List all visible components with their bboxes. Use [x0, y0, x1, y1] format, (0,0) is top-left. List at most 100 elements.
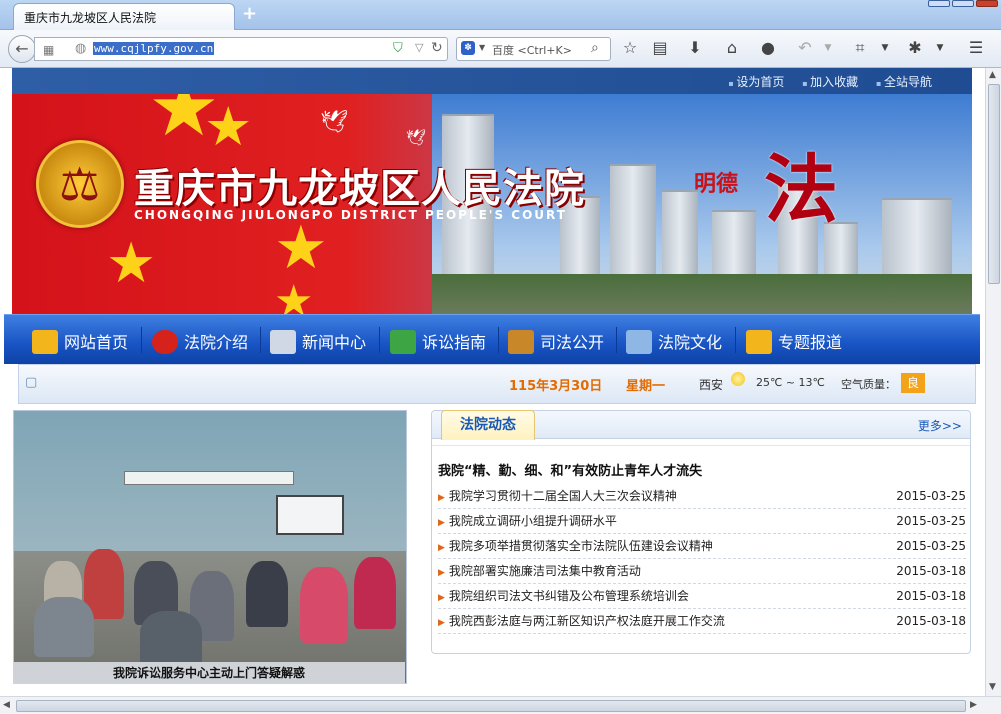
news-date: 2015-03-25 [896, 489, 966, 503]
news-item[interactable]: ▶ 我院学习贯彻十二届全国人大三次会议精神 2015-03-25 [438, 484, 966, 509]
browser-tab-strip: 重庆市九龙坡区人民法院 + [0, 0, 1001, 30]
court-name-english: CHONGQING JIULONGPO DISTRICT PEOPLE'S CO… [134, 208, 567, 222]
browser-tab[interactable]: 重庆市九龙坡区人民法院 [13, 3, 235, 30]
horizontal-scroll-thumb[interactable] [16, 700, 966, 712]
globe-icon: ◍ [75, 41, 87, 56]
tab-title: 重庆市九龙坡区人民法院 [24, 11, 157, 25]
current-weekday: 星期一 [626, 379, 666, 394]
maximize-button[interactable] [952, 0, 974, 7]
minimize-button[interactable] [928, 0, 950, 7]
dove-icon: 🕊 [406, 128, 427, 147]
slideshow-caption[interactable]: 我院诉讼服务中心主动上门答疑解惑 [13, 662, 405, 684]
menu-icon[interactable]: ☰ [966, 38, 986, 58]
bullet-arrow-icon: ▶ [438, 518, 445, 528]
download-icon[interactable]: ⬇ [685, 38, 705, 58]
shield-icon[interactable]: ⛉ [393, 41, 403, 56]
url-text[interactable]: www.cqjlpfy.gov.cn [93, 42, 215, 55]
bookmark-star-icon[interactable]: ☆ [620, 38, 640, 58]
back-arrow-icon: ← [15, 39, 29, 58]
nav-home[interactable]: 网站首页 [32, 329, 128, 354]
news-date: 2015-03-25 [896, 539, 966, 553]
newspaper-icon [270, 330, 296, 354]
web-page: 设为首页 加入收藏 全站导航 ★ ★ ★ ★ ★ 🕊 🕊 重庆市九龙坡区人民法院… [0, 68, 985, 696]
vertical-scroll-thumb[interactable] [988, 84, 1000, 284]
motto-small: 明德 [694, 171, 739, 197]
bullet-arrow-icon: ▶ [438, 493, 445, 503]
tab-groups-icon[interactable]: ▦ [43, 43, 54, 57]
bullet-arrow-icon: ▶ [438, 618, 445, 628]
extension-dropdown-icon[interactable]: ▼ [930, 38, 950, 58]
news-title[interactable]: 我院西彭法庭与两江新区知识产权法庭开展工作交流 [449, 614, 725, 628]
star-shape: ★ [204, 95, 253, 158]
search-engine-icon[interactable]: ✽ [461, 41, 475, 55]
news-title[interactable]: 我院多项举措贯彻落实全市法院队伍建设会议精神 [449, 539, 713, 553]
search-box[interactable]: ✽ ▼ 百度 <Ctrl+K> ⌕ [456, 37, 611, 61]
ground-area [432, 274, 972, 314]
back-button[interactable]: ← [8, 35, 36, 63]
reading-list-icon[interactable]: ▤ [650, 38, 670, 58]
court-emblem-icon [36, 140, 124, 228]
horizontal-scrollbar[interactable]: ◀ ▶ [0, 696, 1001, 714]
guide-book-icon [390, 330, 416, 354]
top-link-strip: 设为首页 加入收藏 全站导航 [12, 68, 972, 94]
news-title[interactable]: 我院学习贯彻十二届全国人大三次会议精神 [449, 489, 677, 503]
crop-dropdown-icon[interactable]: ▼ [875, 38, 895, 58]
news-title[interactable]: 我院成立调研小组提升调研水平 [449, 514, 617, 528]
news-date: 2015-03-18 [896, 614, 966, 628]
scroll-down-icon[interactable]: ▼ [989, 682, 996, 692]
scroll-right-icon[interactable]: ▶ [970, 700, 977, 710]
home-icon [32, 330, 58, 354]
nav-judicial-openness[interactable]: 司法公开 [508, 329, 604, 354]
news-headline[interactable]: 我院“精、勤、细、和”有效防止青年人才流失 [438, 460, 702, 479]
new-tab-button[interactable]: + [242, 5, 258, 23]
nav-special-reports[interactable]: 专题报道 [746, 329, 842, 354]
bullet-arrow-icon: ▶ [438, 543, 445, 553]
news-item[interactable]: ▶ 我院西彭法庭与两江新区知识产权法庭开展工作交流 2015-03-18 [438, 609, 966, 634]
monitor-icon [626, 330, 652, 354]
crop-icon[interactable]: ⌗ [850, 38, 870, 58]
star-shape: ★ [274, 213, 328, 283]
scroll-left-icon[interactable]: ◀ [3, 700, 10, 710]
engine-dropdown-icon[interactable]: ▼ [479, 43, 485, 52]
news-item[interactable]: ▶ 我院部署实施廉洁司法集中教育活动 2015-03-18 [438, 559, 966, 584]
nav-about-court[interactable]: 法院介绍 [152, 329, 248, 354]
search-input[interactable]: 百度 <Ctrl+K> [492, 42, 572, 58]
close-window-button[interactable] [976, 0, 998, 7]
news-item[interactable]: ▶ 我院成立调研小组提升调研水平 2015-03-25 [438, 509, 966, 534]
nav-label: 专题报道 [778, 333, 843, 352]
nav-news-center[interactable]: 新闻中心 [270, 329, 366, 354]
scroll-up-icon[interactable]: ▲ [989, 70, 996, 80]
attendee [246, 561, 288, 627]
news-title[interactable]: 我院部署实施廉洁司法集中教育活动 [449, 564, 641, 578]
set-homepage-link[interactable]: 设为首页 [728, 75, 784, 89]
extension-icon[interactable]: ✱ [905, 38, 925, 58]
news-slideshow[interactable]: 1234 [13, 410, 407, 684]
banner-board [124, 471, 294, 485]
nav-divider [260, 327, 261, 353]
search-icon[interactable]: ⌕ [591, 40, 599, 56]
nav-court-culture[interactable]: 法院文化 [626, 329, 722, 354]
news-title[interactable]: 我院组织司法文书纠错及公布管理系统培训会 [449, 589, 689, 603]
star-shape: ★ [106, 231, 157, 296]
add-favorite-link[interactable]: 加入收藏 [802, 75, 858, 89]
history-dropdown-icon[interactable]: ▽ [415, 41, 423, 54]
dove-icon: 🕊 [320, 110, 348, 135]
more-news-link[interactable]: 更多>> [918, 417, 962, 434]
undo-dropdown-icon[interactable]: ▼ [818, 38, 838, 58]
nav-divider [735, 327, 736, 353]
nav-label: 诉讼指南 [422, 333, 487, 352]
news-date: 2015-03-18 [896, 564, 966, 578]
undo-icon[interactable]: ↶ [795, 38, 815, 58]
nav-litigation-guide[interactable]: 诉讼指南 [390, 329, 486, 354]
address-bar[interactable]: ▦ ◍ www.cqjlpfy.gov.cn ⛉ ▽ ↻ [34, 37, 448, 61]
chat-icon[interactable]: ● [758, 38, 778, 58]
top-links: 设为首页 加入收藏 全站导航 [714, 73, 932, 90]
message-bubble-icon[interactable]: ▢ [25, 375, 37, 390]
news-item[interactable]: ▶ 我院多项举措贯彻落实全市法院队伍建设会议精神 2015-03-25 [438, 534, 966, 559]
news-item[interactable]: ▶ 我院组织司法文书纠错及公布管理系统培训会 2015-03-18 [438, 584, 966, 609]
tab-court-news[interactable]: 法院动态 [441, 410, 535, 440]
site-navigation-link[interactable]: 全站导航 [876, 75, 932, 89]
vertical-scrollbar[interactable]: ▲ ▼ [985, 68, 1001, 696]
reload-icon[interactable]: ↻ [431, 40, 443, 56]
home-button-icon[interactable]: ⌂ [722, 38, 742, 58]
